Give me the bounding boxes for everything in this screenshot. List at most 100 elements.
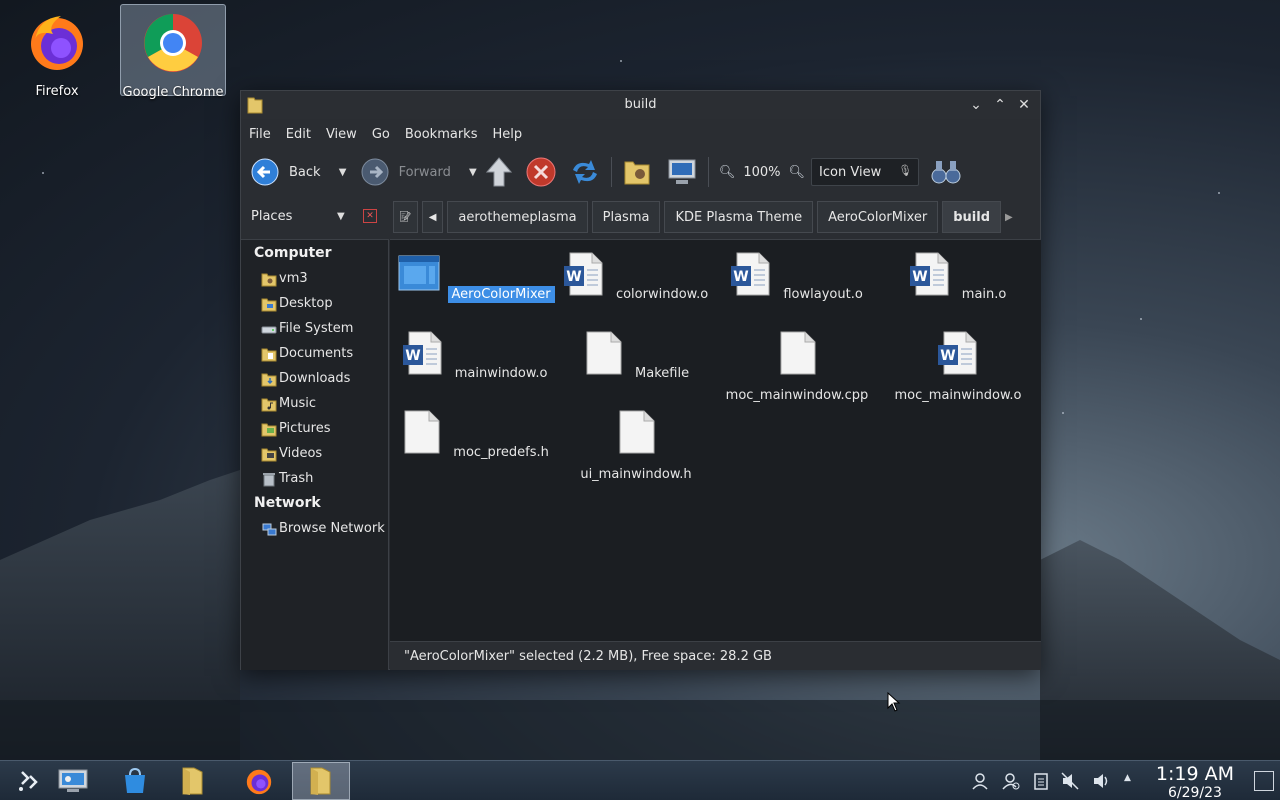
sidebar-item-pictures[interactable]: Pictures <box>241 416 388 441</box>
sidebar-item-trash[interactable]: Trash <box>241 466 388 491</box>
sidebar-item-file-system[interactable]: File System <box>241 316 388 341</box>
user-switch-icon[interactable] <box>1001 771 1021 791</box>
sidebar-item-browse-network[interactable]: Browse Network <box>241 516 388 541</box>
places-dropdown[interactable]: ▼ <box>337 211 345 222</box>
sidebar-item-downloads[interactable]: Downloads <box>241 366 388 391</box>
file-item[interactable]: W colorwindow.o <box>556 250 716 303</box>
file-view[interactable]: AeroColorMixer W colorwindow.o W flowlay… <box>390 239 1041 641</box>
menu-edit[interactable]: Edit <box>286 127 311 142</box>
binoculars-icon[interactable] <box>931 158 961 186</box>
menu-go[interactable]: Go <box>372 127 390 142</box>
pictures-folder-icon <box>261 423 277 436</box>
up-arrow-icon[interactable] <box>485 156 513 188</box>
mouse-cursor-icon <box>887 692 901 712</box>
clock[interactable]: 1:19 AM 6/29/23 <box>1156 763 1234 800</box>
view-mode-select[interactable]: Icon View 🎙︎ <box>811 158 920 186</box>
executable-icon <box>398 255 440 291</box>
forward-button[interactable]: Forward <box>361 158 451 186</box>
minimize-button[interactable]: ⌄ <box>966 95 986 115</box>
zoom-in-icon[interactable]: 🔍︎ <box>789 165 806 180</box>
breadcrumb-scroll-left[interactable]: ◀ <box>421 201 444 233</box>
taskbar-system-settings[interactable] <box>44 762 102 800</box>
breadcrumb-build[interactable]: build <box>942 201 1002 233</box>
blank-file-icon <box>404 410 440 454</box>
word-document-icon: W <box>402 331 442 375</box>
taskbar-file-manager-active[interactable] <box>292 762 350 800</box>
breadcrumb-aerothemeplasma[interactable]: aerothemeplasma <box>447 201 588 233</box>
clipboard-icon[interactable] <box>1031 771 1051 791</box>
close-places-icon[interactable]: ✕ <box>363 209 377 223</box>
file-item[interactable]: Makefile <box>556 329 716 382</box>
menu-bookmarks[interactable]: Bookmarks <box>405 127 478 142</box>
back-label: Back <box>289 164 321 180</box>
menu-help[interactable]: Help <box>492 127 522 142</box>
blank-file-icon <box>619 410 655 454</box>
sidebar-item-music[interactable]: Music <box>241 391 388 416</box>
menu-view[interactable]: View <box>326 127 357 142</box>
reload-icon[interactable] <box>569 156 601 188</box>
file-item[interactable]: moc_predefs.h <box>395 408 555 461</box>
breadcrumb-plasma[interactable]: Plasma <box>591 201 661 233</box>
file-name: mainwindow.o <box>454 366 548 381</box>
volume-icon[interactable] <box>1091 771 1111 791</box>
audio-muted-icon[interactable] <box>1060 771 1080 791</box>
taskbar-discover[interactable] <box>106 762 164 800</box>
file-name: flowlayout.o <box>783 287 863 302</box>
file-item[interactable]: W mainwindow.o <box>395 329 555 382</box>
file-item[interactable]: W flowlayout.o <box>717 250 877 303</box>
videos-folder-icon <box>261 448 277 461</box>
sidebar-item-desktop[interactable]: Desktop <box>241 291 388 316</box>
svg-text:W: W <box>733 269 748 285</box>
breadcrumb-aerocolormixer[interactable]: AeroColorMixer <box>817 201 939 233</box>
taskbar-firefox[interactable] <box>230 762 288 800</box>
desktop-icon-label: Firefox <box>35 84 79 99</box>
maximize-button[interactable]: ⌃ <box>990 95 1010 115</box>
word-document-icon: W <box>909 252 949 296</box>
network-icon <box>262 523 277 535</box>
desktop-icon-firefox[interactable]: Firefox <box>4 4 110 99</box>
file-item[interactable]: ui_mainwindow.h <box>556 408 716 483</box>
user-icon[interactable] <box>970 771 990 791</box>
sidebar-item-vm3[interactable]: vm3 <box>241 266 388 291</box>
documents-folder-icon <box>261 348 277 361</box>
sidebar-item-label: Browse Network <box>279 521 385 536</box>
back-history-dropdown[interactable]: ▼ <box>337 167 349 178</box>
sidebar-item-documents[interactable]: Documents <box>241 341 388 366</box>
stop-icon[interactable] <box>525 156 557 188</box>
show-desktop-button[interactable] <box>1254 771 1274 791</box>
sidebar-item-videos[interactable]: Videos <box>241 441 388 466</box>
file-item[interactable]: W main.o <box>878 250 1038 303</box>
sidebar-item-label: Videos <box>279 446 323 461</box>
zoom-out-icon[interactable]: 🔍︎ <box>719 165 736 180</box>
menu-file[interactable]: File <box>249 127 271 142</box>
file-manager-window: build ⌄ ⌃ ✕ File Edit View Go Bookmarks … <box>240 90 1041 670</box>
forward-history-dropdown[interactable]: ▼ <box>467 167 479 178</box>
taskbar-file-manager[interactable] <box>164 762 222 800</box>
toolbar: Back ▼ Forward ▼ 🔍︎ 100% 🔍︎ Icon View 🎙︎ <box>241 149 1040 195</box>
breadcrumb-scroll-right[interactable]: ▶ <box>1005 212 1013 223</box>
close-button[interactable]: ✕ <box>1014 95 1034 115</box>
computer-icon[interactable] <box>666 156 698 188</box>
home-folder-icon[interactable] <box>622 156 652 188</box>
location-bar: Places ▼ ✕ 📝︎ ◀ aerothemeplasma Plasma K… <box>241 195 1040 237</box>
folder-icon <box>310 767 331 795</box>
file-name: moc_predefs.h <box>453 445 549 460</box>
back-button[interactable]: Back <box>251 158 321 186</box>
file-item[interactable]: W moc_mainwindow.o <box>878 329 1038 404</box>
tray-expand-icon[interactable]: ▲ <box>1124 773 1131 783</box>
downloads-folder-icon <box>261 373 277 386</box>
back-arrow-icon <box>251 158 279 186</box>
file-item[interactable]: moc_mainwindow.cpp <box>717 329 877 404</box>
title-bar[interactable]: build ⌄ ⌃ ✕ <box>241 91 1040 119</box>
file-name: moc_mainwindow.o <box>894 388 1022 403</box>
blank-file-icon <box>780 331 816 375</box>
taskbar: ▲ 1:19 AM 6/29/23 <box>0 760 1280 800</box>
file-item[interactable]: AeroColorMixer <box>395 250 555 303</box>
edit-location-icon[interactable]: 📝︎ <box>393 201 418 233</box>
system-settings-icon <box>58 769 88 792</box>
sidebar-item-label: Desktop <box>279 296 333 311</box>
breadcrumb-kde-plasma-theme[interactable]: KDE Plasma Theme <box>664 201 814 233</box>
desktop-icon-google-chrome[interactable]: Google Chrome <box>120 4 226 100</box>
word-document-icon: W <box>938 331 977 375</box>
breadcrumb: 📝︎ ◀ aerothemeplasma Plasma KDE Plasma T… <box>393 201 1013 233</box>
